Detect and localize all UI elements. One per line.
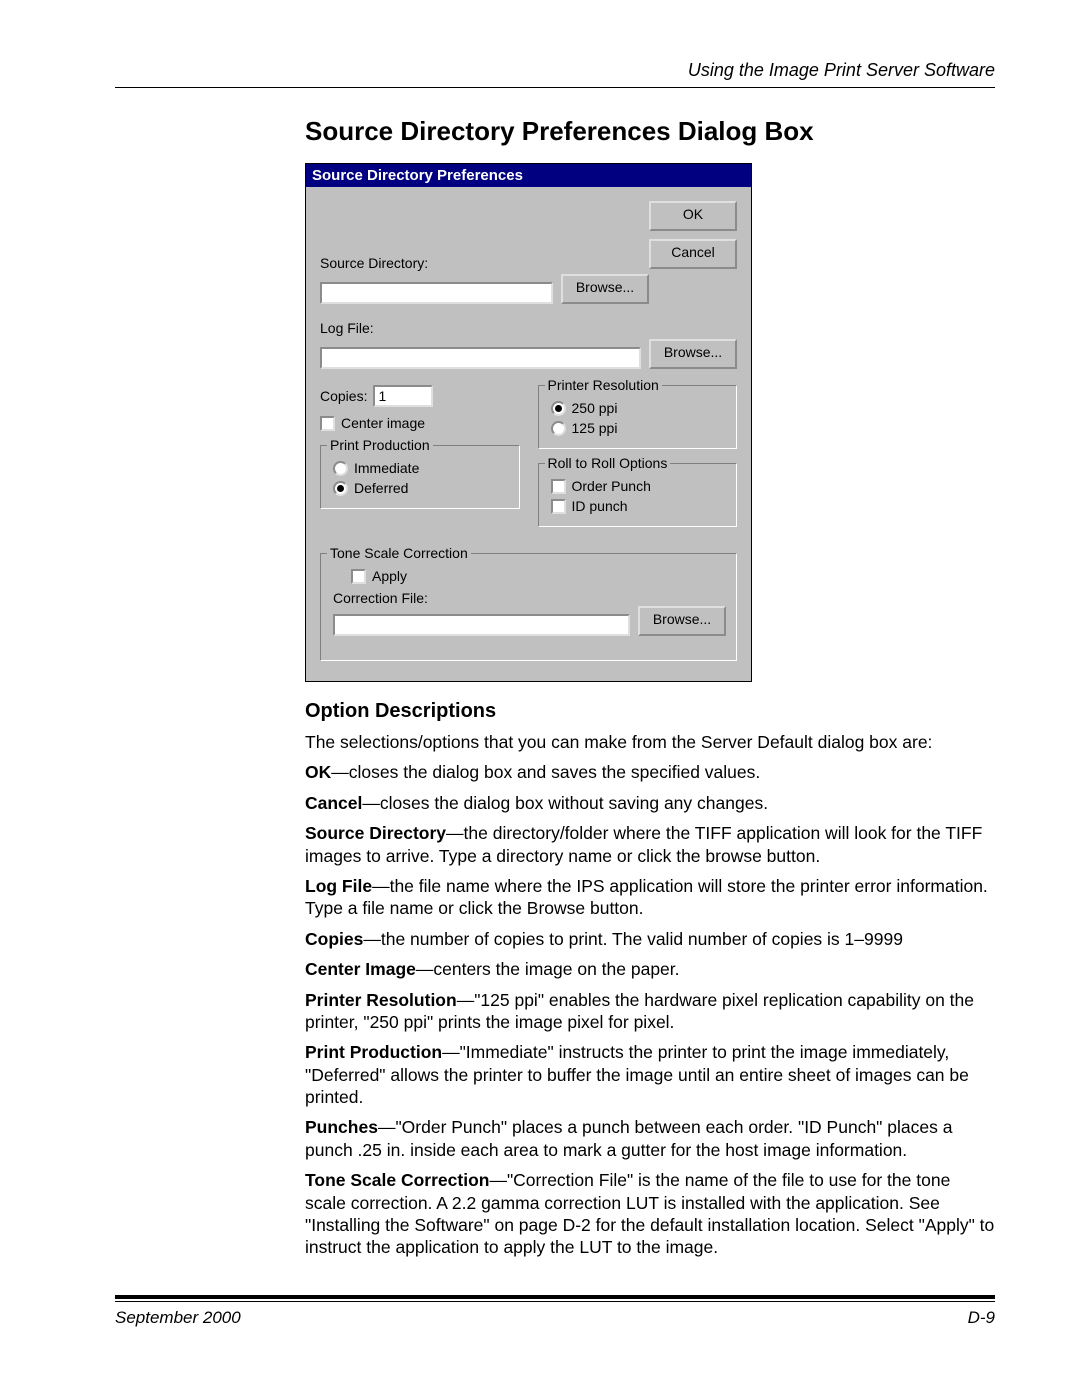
desc-log-bold: Log File xyxy=(305,876,372,896)
print-production-group: Print Production Immediate Deferred xyxy=(320,445,520,509)
correction-file-label: Correction File: xyxy=(333,590,726,606)
order-punch-checkbox[interactable] xyxy=(551,479,566,494)
desc-copies-text: —the number of copies to print. The vali… xyxy=(363,929,903,949)
cancel-button[interactable]: Cancel xyxy=(649,239,737,269)
desc-pres-bold: Printer Resolution xyxy=(305,990,457,1010)
printer-resolution-group: Printer Resolution 250 ppi 125 ppi xyxy=(538,385,738,449)
id-punch-checkbox[interactable] xyxy=(551,499,566,514)
desc-punch-bold: Punches xyxy=(305,1117,378,1137)
apply-label: Apply xyxy=(372,568,407,584)
ppi250-label: 250 ppi xyxy=(572,400,618,416)
desc-cancel-bold: Cancel xyxy=(305,793,362,813)
footer-page: D-9 xyxy=(968,1308,995,1328)
section-title: Source Directory Preferences Dialog Box xyxy=(305,116,995,147)
browse-correction-button[interactable]: Browse... xyxy=(638,606,726,636)
desc-ok-bold: OK xyxy=(305,762,331,782)
browse-log-button[interactable]: Browse... xyxy=(649,339,737,369)
tone-scale-legend: Tone Scale Correction xyxy=(327,545,471,561)
print-production-legend: Print Production xyxy=(327,437,433,453)
desc-pprod-bold: Print Production xyxy=(305,1042,442,1062)
roll-to-roll-group: Roll to Roll Options Order Punch ID punc… xyxy=(538,463,738,527)
ppi125-label: 125 ppi xyxy=(572,420,618,436)
apply-checkbox[interactable] xyxy=(351,569,366,584)
desc-src-bold: Source Directory xyxy=(305,823,446,843)
desc-punch-text: —"Order Punch" places a punch between ea… xyxy=(305,1117,952,1159)
roll-to-roll-legend: Roll to Roll Options xyxy=(545,455,671,471)
immediate-radio[interactable] xyxy=(333,461,348,476)
footer-rule-thin xyxy=(115,1301,995,1302)
desc-tone-bold: Tone Scale Correction xyxy=(305,1170,489,1190)
log-file-input[interactable] xyxy=(320,347,641,369)
ppi125-radio[interactable] xyxy=(551,421,566,436)
deferred-label: Deferred xyxy=(354,480,408,496)
desc-cancel-text: —closes the dialog box without saving an… xyxy=(362,793,768,813)
option-descriptions: The selections/options that you can make… xyxy=(305,731,995,1259)
desc-log-text: —the file name where the IPS application… xyxy=(305,876,988,918)
footer-rule-thick xyxy=(115,1295,995,1299)
dialog-source-directory-preferences: Source Directory Preferences OK Cancel S… xyxy=(305,163,752,682)
ppi250-radio[interactable] xyxy=(551,401,566,416)
desc-copies-bold: Copies xyxy=(305,929,363,949)
center-image-checkbox[interactable] xyxy=(320,416,335,431)
desc-ok-text: —closes the dialog box and saves the spe… xyxy=(331,762,760,782)
immediate-label: Immediate xyxy=(354,460,419,476)
running-header: Using the Image Print Server Software xyxy=(115,60,995,81)
log-file-label: Log File: xyxy=(320,320,737,336)
desc-center-text: —centers the image on the paper. xyxy=(416,959,680,979)
header-rule xyxy=(115,87,995,88)
center-image-label: Center image xyxy=(341,415,425,431)
deferred-radio[interactable] xyxy=(333,481,348,496)
footer-date: September 2000 xyxy=(115,1308,241,1328)
ok-button[interactable]: OK xyxy=(649,201,737,231)
order-punch-label: Order Punch xyxy=(572,478,651,494)
option-descriptions-heading: Option Descriptions xyxy=(305,700,995,723)
copies-input[interactable] xyxy=(373,385,433,407)
browse-source-button[interactable]: Browse... xyxy=(561,274,649,304)
printer-resolution-legend: Printer Resolution xyxy=(545,377,662,393)
correction-file-input[interactable] xyxy=(333,614,630,636)
source-directory-input[interactable] xyxy=(320,282,553,304)
copies-label: Copies: xyxy=(320,388,367,404)
dialog-titlebar: Source Directory Preferences xyxy=(306,164,751,187)
id-punch-label: ID punch xyxy=(572,498,628,514)
desc-center-bold: Center Image xyxy=(305,959,416,979)
desc-intro: The selections/options that you can make… xyxy=(305,731,995,753)
tone-scale-group: Tone Scale Correction Apply Correction F… xyxy=(320,553,737,661)
